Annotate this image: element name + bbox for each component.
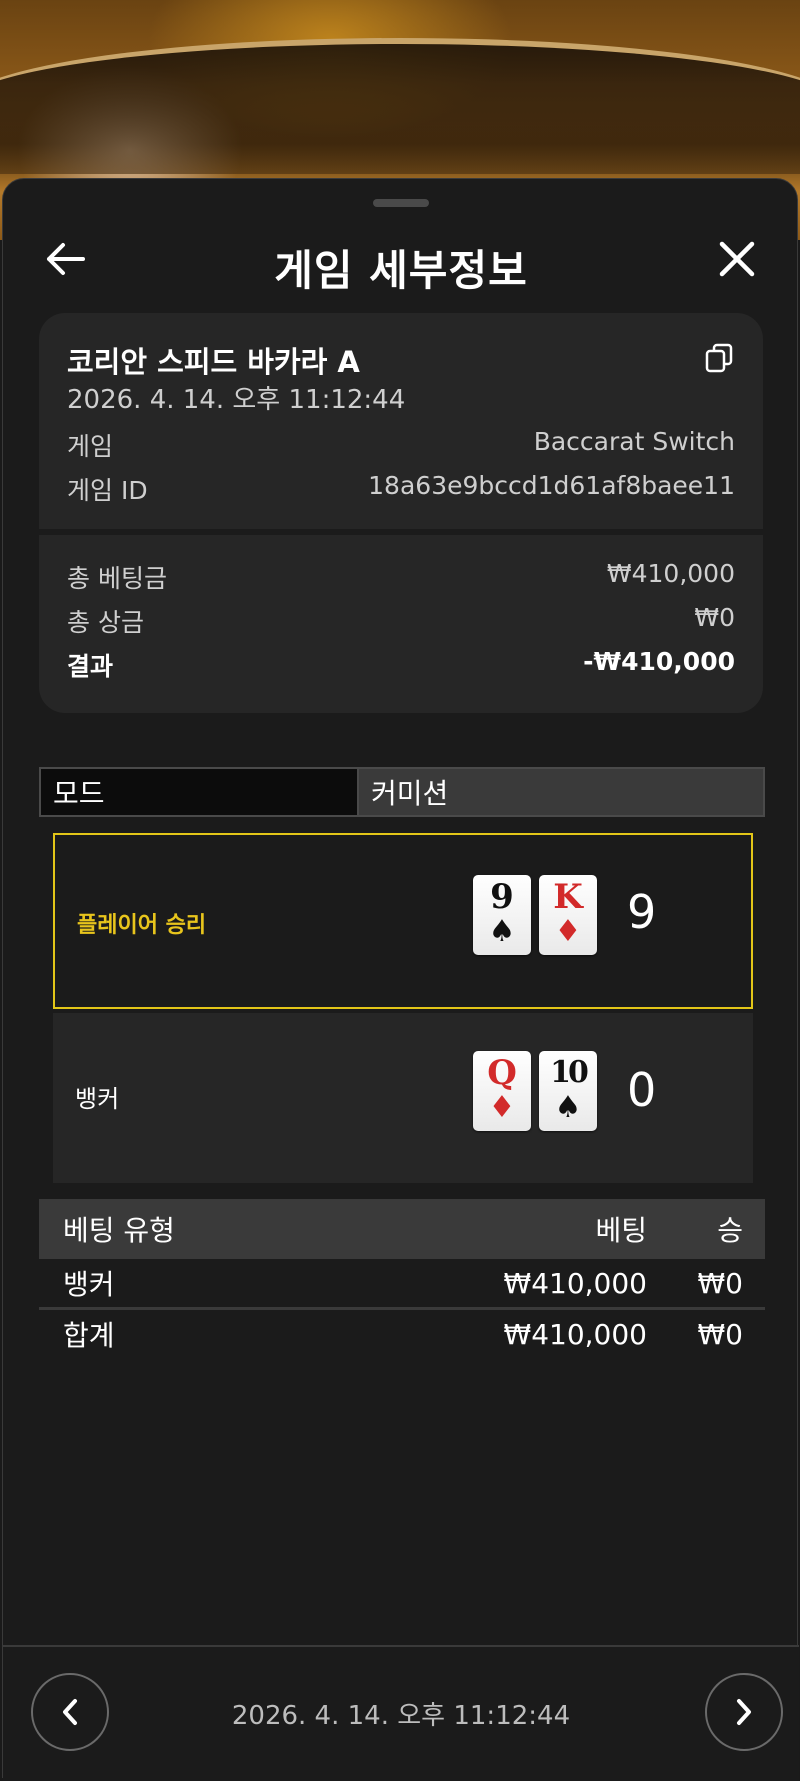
commission-label: 커미션	[359, 769, 763, 815]
game-row: 게임 Baccarat Switch	[67, 427, 735, 463]
player-cards: 9 ♠ K ♦	[473, 875, 597, 955]
banker-outcome-row: 뱅커 Q ♦ 10 ♠ 0	[53, 1013, 753, 1183]
bet-amount-cell: ₩410,000	[503, 1266, 647, 1300]
player-win-label: 플레이어 승리	[77, 913, 207, 938]
win-amount-cell: ₩0	[697, 1266, 744, 1300]
win-amount-header: 승	[717, 1214, 743, 1247]
header: 게임 세부정보	[3, 219, 799, 309]
copy-button[interactable]	[703, 341, 737, 375]
footer-navigation: 2026. 4. 14. 오후 11:12:44	[3, 1645, 799, 1781]
playing-card: Q ♦	[473, 1051, 531, 1131]
card-rank: K	[553, 877, 583, 917]
game-info-card: 코리안 스피드 바카라 A 2026. 4. 14. 오후 11:12:44 게…	[39, 313, 763, 713]
total-win-label: 총 상금	[67, 608, 144, 637]
game-label: 게임	[67, 432, 114, 461]
card-rank: Q	[487, 1053, 517, 1093]
card-rank: 10	[550, 1055, 589, 1090]
player-score: 9	[627, 885, 657, 939]
game-id-label: 게임 ID	[67, 476, 148, 505]
table-name: 코리안 스피드 바카라 A	[67, 345, 360, 379]
close-button[interactable]	[709, 231, 765, 287]
game-datetime: 2026. 4. 14. 오후 11:12:44	[67, 385, 406, 415]
result-label: 결과	[67, 652, 114, 681]
playing-card: 9 ♠	[473, 875, 531, 955]
banker-cards: Q ♦ 10 ♠	[473, 1051, 597, 1131]
footer-datetime: 2026. 4. 14. 오후 11:12:44	[231, 1701, 571, 1731]
spade-icon: ♠	[488, 914, 516, 949]
game-info-summary: 코리안 스피드 바카라 A 2026. 4. 14. 오후 11:12:44 게…	[39, 313, 763, 529]
game-id-value: 18a63e9bccd1d61af8baee11	[368, 471, 735, 500]
banker-label: 뱅커	[75, 1085, 120, 1113]
total-bet-label: 총 베팅금	[67, 564, 167, 593]
result-row: 결과 -₩410,000	[67, 647, 735, 683]
bet-table-header: 베팅 유형 베팅 승	[39, 1199, 765, 1259]
table-rail	[0, 38, 800, 174]
bet-table: 베팅 유형 베팅 승 뱅커 ₩410,000 ₩0 합계 ₩410,000 ₩0	[39, 1199, 765, 1358]
total-row: 합계 ₩410,000 ₩0	[39, 1307, 765, 1358]
diamond-icon: ♦	[554, 914, 582, 949]
mode-label: 모드	[41, 769, 359, 815]
drag-handle[interactable]	[373, 199, 429, 207]
close-icon	[719, 241, 755, 277]
banker-score: 0	[627, 1063, 657, 1117]
total-label: 합계	[63, 1319, 115, 1352]
total-bet-row: 총 베팅금 ₩410,000	[67, 559, 735, 595]
total-bet-value: ₩410,000	[606, 559, 735, 588]
bet-amount-header: 베팅	[595, 1214, 647, 1247]
game-value: Baccarat Switch	[533, 427, 735, 456]
card-rank: 9	[490, 877, 514, 917]
chevron-right-icon	[737, 1699, 751, 1725]
mode-bar: 모드 커미션	[39, 767, 765, 817]
table-row: 뱅커 ₩410,000 ₩0	[39, 1259, 765, 1307]
total-bet-amount: ₩410,000	[503, 1317, 647, 1351]
game-info-totals: 총 베팅금 ₩410,000 총 상금 ₩0 결과 -₩410,000	[39, 535, 763, 713]
diamond-icon: ♦	[488, 1090, 516, 1125]
playing-card: 10 ♠	[539, 1051, 597, 1131]
spade-icon: ♠	[554, 1090, 582, 1125]
playing-card: K ♦	[539, 875, 597, 955]
total-win-row: 총 상금 ₩0	[67, 603, 735, 639]
page-title: 게임 세부정보	[274, 246, 528, 295]
total-win-amount: ₩0	[697, 1317, 744, 1351]
result-value: -₩410,000	[583, 647, 735, 676]
total-win-value: ₩0	[694, 603, 735, 632]
copy-icon	[705, 343, 733, 373]
bet-type-header: 베팅 유형	[63, 1214, 175, 1247]
player-outcome-row: 플레이어 승리 9 ♠ K ♦ 9	[53, 833, 753, 1009]
bet-type-cell: 뱅커	[63, 1268, 115, 1301]
game-details-sheet: 게임 세부정보 코리안 스피드 바카라 A 2026. 4. 14. 오후 11…	[2, 178, 799, 1781]
game-id-row: 게임 ID 18a63e9bccd1d61af8baee11	[67, 471, 735, 507]
next-game-button[interactable]	[705, 1673, 783, 1751]
